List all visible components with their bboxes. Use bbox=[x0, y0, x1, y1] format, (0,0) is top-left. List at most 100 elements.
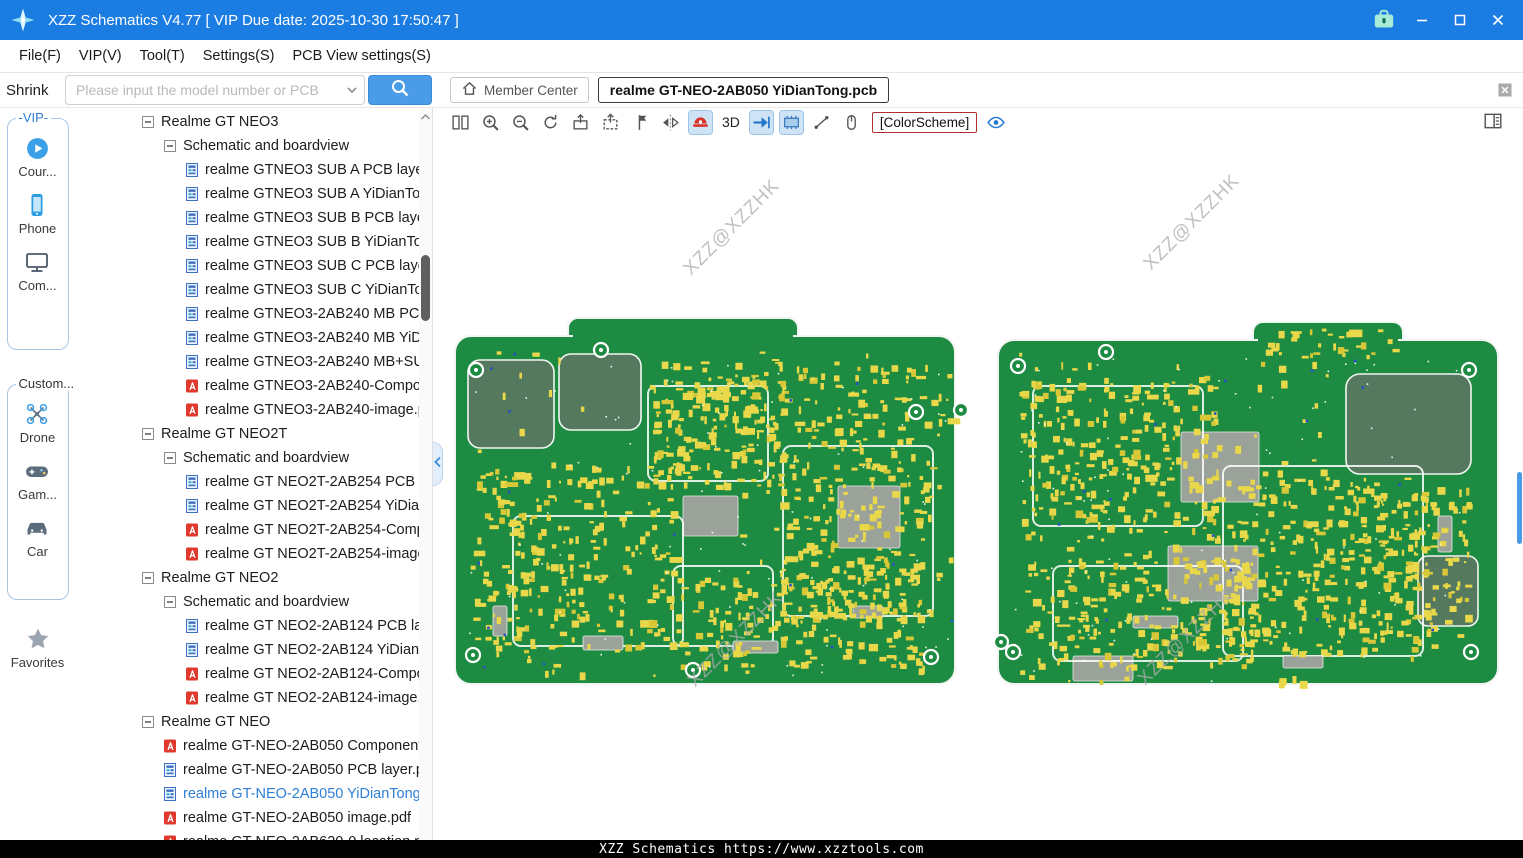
sidebar-item-phone[interactable]: Phone bbox=[18, 192, 56, 236]
collapse-icon[interactable] bbox=[140, 714, 156, 730]
tree-item[interactable]: Realme GT NEO bbox=[75, 710, 419, 734]
tree-item[interactable]: Schematic and boardview bbox=[75, 446, 419, 470]
tree-item-label: realme GTNEO3-2AB240 MB+SUB.pcb bbox=[205, 354, 419, 370]
tree-item-label: realme GT NEO2-2AB124 PCB layer.pcb bbox=[205, 618, 419, 634]
tree-item[interactable]: realme GTNEO3-2AB240 MB+SUB.pcb bbox=[75, 350, 419, 374]
collapse-icon[interactable] bbox=[162, 594, 178, 610]
search-button[interactable] bbox=[368, 75, 432, 105]
tree-item[interactable]: realme GT-NEO-2AB620-0 location r... bbox=[75, 830, 419, 840]
pin-icon[interactable] bbox=[629, 111, 652, 134]
component-search-icon[interactable] bbox=[780, 111, 803, 134]
license-button[interactable] bbox=[1369, 6, 1399, 34]
scroll-up-icon[interactable] bbox=[419, 110, 432, 124]
tree-item[interactable]: realme GT NEO2T-2AB254 PCB layer.pcb bbox=[75, 470, 419, 494]
pcb-file-icon bbox=[184, 306, 200, 322]
member-center-button[interactable]: Member Center bbox=[450, 77, 589, 103]
export-top-icon[interactable] bbox=[569, 111, 592, 134]
tree-item[interactable]: realme GT NEO2T-2AB254 YiDianTong.pcb bbox=[75, 494, 419, 518]
tree-item[interactable]: realme GTNEO3 SUB B PCB layer.pcb bbox=[75, 206, 419, 230]
tree-item-label: realme GTNEO3-2AB240-image.pdf bbox=[205, 402, 419, 418]
tree-item[interactable]: realme GT NEO2-2AB124 YiDianTong.pcb bbox=[75, 638, 419, 662]
sidebar-item-gam[interactable]: Gam... bbox=[18, 458, 57, 502]
chevron-left-icon bbox=[433, 455, 442, 473]
tree-item[interactable]: Schematic and boardview bbox=[75, 134, 419, 158]
tree-item[interactable]: realme GTNEO3 SUB B YiDianTong.pcb bbox=[75, 230, 419, 254]
measure-icon[interactable] bbox=[810, 111, 833, 134]
tree-item[interactable]: Realme GT NEO2 bbox=[75, 566, 419, 590]
title-bar[interactable]: XZZ Schematics V4.77 [ VIP Due date: 202… bbox=[0, 0, 1523, 40]
sidebar-item-label: Com... bbox=[18, 278, 56, 293]
flip-horizontal-icon[interactable] bbox=[659, 111, 682, 134]
export-up-icon[interactable] bbox=[599, 111, 622, 134]
window-title: XZZ Schematics V4.77 [ VIP Due date: 202… bbox=[48, 12, 459, 29]
maximize-button[interactable] bbox=[1445, 6, 1475, 34]
minimize-button[interactable] bbox=[1407, 6, 1437, 34]
sidebar-item-com[interactable]: Com... bbox=[18, 249, 56, 293]
grab-icon[interactable] bbox=[840, 111, 863, 134]
tab-active-pcb[interactable]: realme GT-NEO-2AB050 YiDianTong.pcb bbox=[598, 77, 889, 103]
close-button[interactable] bbox=[1483, 6, 1513, 34]
tree-item[interactable]: realme GT NEO2-2AB124-image.pdf bbox=[75, 686, 419, 710]
viewer-vertical-scrollbar-thumb[interactable] bbox=[1517, 472, 1522, 544]
tree-item[interactable]: realme GTNEO3-2AB240-Component.pdf bbox=[75, 374, 419, 398]
chevron-down-icon[interactable] bbox=[344, 82, 360, 98]
sidebar-item-favorites[interactable]: Favorites bbox=[0, 626, 75, 670]
collapse-icon[interactable] bbox=[162, 450, 178, 466]
tree-item-label: realme GTNEO3 SUB A YiDianTong.pcb bbox=[205, 186, 419, 202]
tree-item[interactable]: realme GT-NEO-2AB050 Component.pdf bbox=[75, 734, 419, 758]
tree-item[interactable]: Realme GT NEO3 bbox=[75, 110, 419, 134]
collapse-tree-handle[interactable] bbox=[432, 442, 443, 486]
tree-item[interactable]: realme GTNEO3-2AB240-image.pdf bbox=[75, 398, 419, 422]
menu-item-1[interactable]: VIP(V) bbox=[70, 40, 131, 72]
shrink-button[interactable]: Shrink bbox=[6, 82, 58, 99]
tree-item[interactable]: realme GT-NEO-2AB050 YiDianTong.pcb bbox=[75, 782, 419, 806]
jump-arrow-icon[interactable] bbox=[750, 111, 773, 134]
zoom-out-icon[interactable] bbox=[509, 111, 532, 134]
split-view-icon[interactable] bbox=[449, 111, 472, 134]
tree-item[interactable]: realme GTNEO3 SUB C PCB layer.pcb bbox=[75, 254, 419, 278]
sidebar-item-car[interactable]: Car bbox=[18, 515, 57, 559]
pcb-file-icon bbox=[184, 330, 200, 346]
tree-item[interactable]: realme GTNEO3 SUB A PCB layer.pcb bbox=[75, 158, 419, 182]
panel-toggle-icon[interactable] bbox=[1483, 111, 1505, 133]
collapse-icon[interactable] bbox=[140, 426, 156, 442]
tree-item[interactable]: realme GTNEO3-2AB240 MB PCB layer.pcb bbox=[75, 302, 419, 326]
pcb-view[interactable]: XZZ@XZZHKXZZ@XZZHKXZZ@XZZHKXZZ@XZZHK bbox=[433, 136, 1523, 840]
eye-icon[interactable] bbox=[984, 111, 1007, 134]
search-input[interactable] bbox=[65, 75, 365, 105]
tree-item[interactable]: realme GT NEO2-2AB124 PCB layer.pcb bbox=[75, 614, 419, 638]
tree-item[interactable]: realme GTNEO3-2AB240 MB YiDianTong.pcb bbox=[75, 326, 419, 350]
menu-item-4[interactable]: PCB View settings(S) bbox=[283, 40, 439, 72]
menu-item-0[interactable]: File(F) bbox=[10, 40, 70, 72]
colorscheme-button[interactable]: [ColorScheme] bbox=[872, 112, 977, 133]
menu-item-2[interactable]: Tool(T) bbox=[131, 40, 194, 72]
tree-scrollbar[interactable] bbox=[419, 108, 432, 840]
menubar: File(F)VIP(V)Tool(T)Settings(S)PCB View … bbox=[0, 40, 1523, 73]
tree-item[interactable]: realme GTNEO3 SUB C YiDianTong.pcb bbox=[75, 278, 419, 302]
pcb-file-icon bbox=[162, 786, 178, 802]
view-3d-button[interactable]: 3D bbox=[719, 111, 743, 134]
tree-scrollbar-thumb[interactable] bbox=[421, 255, 430, 321]
tree-item[interactable]: realme GT-NEO-2AB050 PCB layer.pcb bbox=[75, 758, 419, 782]
tree-item[interactable]: realme GT NEO2T-2AB254-Component.pdf bbox=[75, 518, 419, 542]
tree-item[interactable]: realme GT NEO2-2AB124-Component.pdf bbox=[75, 662, 419, 686]
sidebar-item-cour[interactable]: Cour... bbox=[18, 135, 56, 179]
tree-item-label: realme GTNEO3 SUB B PCB layer.pcb bbox=[205, 210, 419, 226]
menu-item-3[interactable]: Settings(S) bbox=[194, 40, 284, 72]
tree-item[interactable]: Schematic and boardview bbox=[75, 590, 419, 614]
collapse-icon[interactable] bbox=[140, 114, 156, 130]
pdf-file-icon bbox=[162, 738, 178, 754]
zoom-in-icon[interactable] bbox=[479, 111, 502, 134]
tree-item[interactable]: realme GTNEO3 SUB A YiDianTong.pcb bbox=[75, 182, 419, 206]
tree-item-label: Schematic and boardview bbox=[183, 594, 349, 610]
rotate-icon[interactable] bbox=[539, 111, 562, 134]
collapse-icon[interactable] bbox=[140, 570, 156, 586]
tree-item[interactable]: realme GT-NEO-2AB050 image.pdf bbox=[75, 806, 419, 830]
tree-item[interactable]: Realme GT NEO2T bbox=[75, 422, 419, 446]
home-icon bbox=[461, 80, 478, 100]
sidebar-item-drone[interactable]: Drone bbox=[18, 401, 57, 445]
layer-toggle-icon[interactable] bbox=[689, 111, 712, 134]
tree-item[interactable]: realme GT NEO2T-2AB254-image.pdf bbox=[75, 542, 419, 566]
collapse-icon[interactable] bbox=[162, 138, 178, 154]
close-tabs-icon[interactable] bbox=[1496, 81, 1514, 99]
